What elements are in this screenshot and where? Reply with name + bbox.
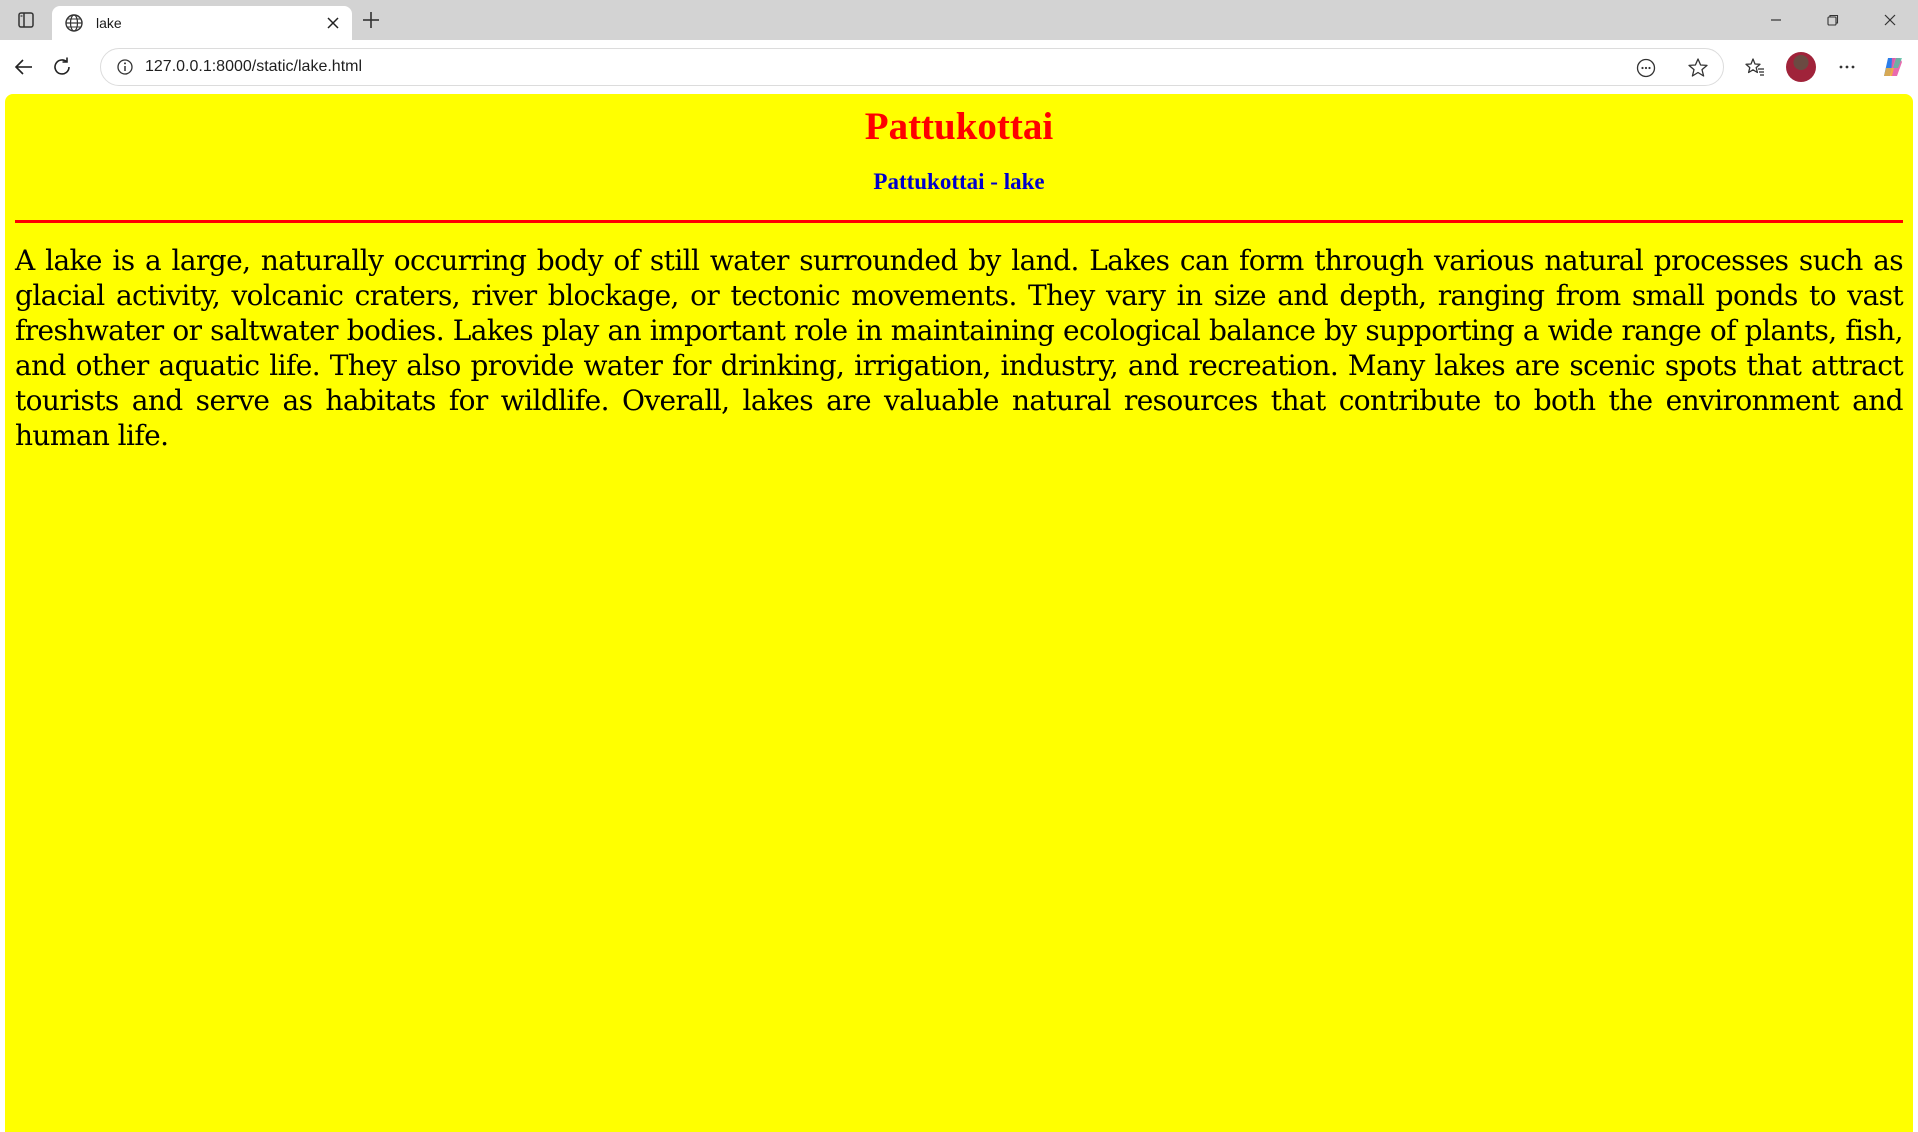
- close-window-button[interactable]: [1861, 0, 1918, 40]
- minimize-button[interactable]: [1747, 0, 1804, 40]
- avatar: [1786, 52, 1816, 82]
- horizontal-rule: [15, 220, 1903, 223]
- restore-button[interactable]: [1804, 0, 1861, 40]
- info-icon: [117, 59, 133, 75]
- star-icon: [1688, 58, 1708, 77]
- window-controls: [1747, 0, 1918, 40]
- globe-icon: [65, 14, 83, 32]
- back-button[interactable]: [4, 47, 44, 87]
- profile-button[interactable]: [1784, 50, 1818, 84]
- arrow-left-icon: [14, 59, 32, 75]
- url-text[interactable]: 127.0.0.1:8000/static/lake.html: [145, 58, 362, 76]
- page-title: Pattukottai: [864, 105, 1054, 148]
- more-circle-icon: [1636, 58, 1656, 78]
- tab-strip: lake: [0, 0, 1918, 40]
- page-viewport: Pattukottai Pattukottai - lake A lake is…: [5, 94, 1913, 1132]
- more-horizontal-icon: [1839, 65, 1855, 69]
- tab-title: lake: [96, 15, 122, 31]
- reload-icon: [54, 57, 70, 75]
- tab-close-button[interactable]: [324, 14, 342, 32]
- address-bar-actions: [1629, 49, 1715, 87]
- sidebar-toggle-icon: [18, 12, 34, 28]
- favorites-button[interactable]: [1738, 50, 1772, 84]
- active-tab[interactable]: lake: [52, 6, 352, 40]
- reload-button[interactable]: [42, 47, 82, 87]
- toolbar-right-tools: [1738, 46, 1910, 88]
- page-actions-button[interactable]: [1629, 51, 1663, 85]
- close-icon: [1884, 14, 1895, 26]
- address-bar[interactable]: 127.0.0.1:8000/static/lake.html: [100, 48, 1724, 86]
- settings-more-button[interactable]: [1830, 50, 1864, 84]
- browser-toolbar: 127.0.0.1:8000/static/lake.html: [0, 40, 1918, 94]
- copilot-icon: [1884, 58, 1902, 76]
- site-info-button[interactable]: [107, 49, 143, 85]
- new-tab-button[interactable]: [352, 0, 390, 40]
- tab-actions-button[interactable]: [0, 0, 52, 40]
- close-icon: [327, 17, 339, 29]
- copilot-button[interactable]: [1876, 50, 1910, 84]
- add-favorite-button[interactable]: [1681, 51, 1715, 85]
- lake-description-paragraph: A lake is a large, naturally occurring b…: [15, 244, 1904, 452]
- page-subtitle: Pattukottai - lake: [873, 169, 1045, 194]
- minimize-icon: [1770, 19, 1781, 21]
- plus-icon: [363, 12, 379, 28]
- restore-icon: [1826, 14, 1838, 26]
- favorites-icon: [1745, 58, 1764, 76]
